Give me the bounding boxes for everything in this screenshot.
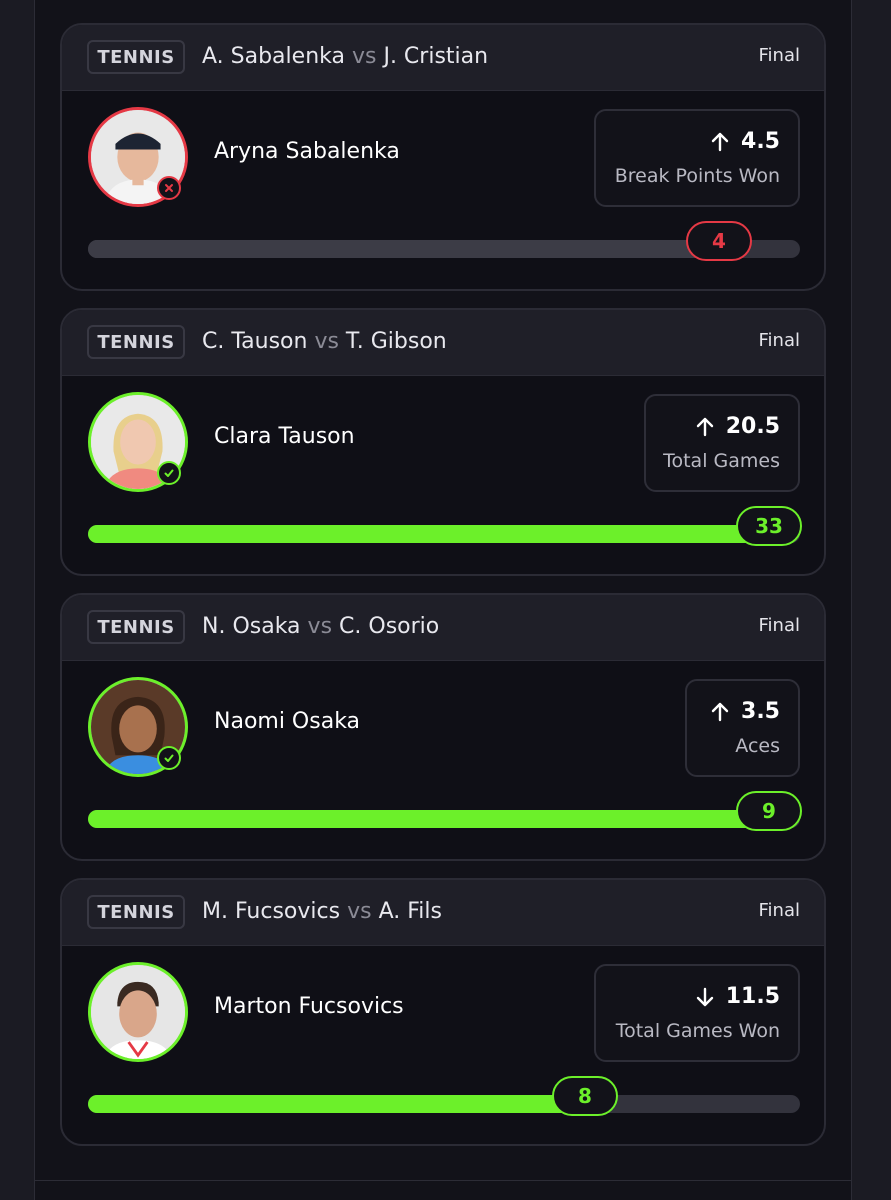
- game-status: Final: [758, 330, 800, 351]
- matchup-player-b: J. Cristian: [383, 44, 489, 69]
- matchup-player-b: T. Gibson: [345, 329, 447, 354]
- matchup-vs: vs: [307, 614, 333, 639]
- card-header: TENNIS A. Sabalenka vs J. Cristian Final: [62, 25, 824, 91]
- arrow-up-icon: [711, 132, 729, 151]
- matchup-player-a: M. Fucsovics: [202, 899, 341, 924]
- prop-stat-label: Aces: [735, 735, 780, 757]
- progress-fill: [88, 810, 772, 828]
- matchup-vs: vs: [314, 329, 339, 354]
- sport-badge: TENNIS: [87, 610, 185, 644]
- player-avatar-wrap: [88, 677, 188, 777]
- actual-result-pill: 8: [552, 1076, 618, 1116]
- prop-stat-label: Total Games: [663, 450, 780, 472]
- divider: [34, 1180, 852, 1181]
- progress-track: [88, 525, 800, 543]
- pick-card[interactable]: TENNIS A. Sabalenka vs J. Cristian Final…: [60, 23, 826, 291]
- prop-line-box[interactable]: 20.5 Total Games: [644, 394, 800, 492]
- progress-fill: [88, 240, 722, 258]
- check-icon: [157, 461, 181, 485]
- pick-card[interactable]: TENNIS N. Osaka vs C. Osorio Final Naomi…: [60, 593, 826, 861]
- card-header: TENNIS M. Fucsovics vs A. Fils Final: [62, 880, 824, 946]
- line-number: 20.5: [725, 414, 780, 439]
- game-status: Final: [758, 45, 800, 66]
- player-name: Aryna Sabalenka: [214, 139, 400, 164]
- player-name: Marton Fucsovics: [214, 994, 404, 1019]
- player-avatar-wrap: [88, 107, 188, 207]
- actual-result-pill: 9: [736, 791, 802, 831]
- sport-badge: TENNIS: [87, 40, 185, 74]
- card-header: TENNIS C. Tauson vs T. Gibson Final: [62, 310, 824, 376]
- card-header: TENNIS N. Osaka vs C. Osorio Final: [62, 595, 824, 661]
- check-icon: [157, 746, 181, 770]
- matchup-vs: vs: [347, 899, 372, 924]
- arrow-down-icon: [696, 987, 713, 1006]
- progress-track: [88, 810, 800, 828]
- actual-result-pill: 4: [686, 221, 752, 261]
- progress-track: [88, 1095, 800, 1113]
- player-name: Clara Tauson: [214, 424, 355, 449]
- matchup: N. Osaka vs C. Osorio: [202, 612, 439, 642]
- line-number: 11.5: [725, 984, 780, 1009]
- avatar: [88, 962, 188, 1062]
- line-number: 4.5: [741, 129, 780, 154]
- prop-stat-label: Total Games Won: [615, 1020, 780, 1042]
- loss-icon: [157, 176, 181, 200]
- player-name: Naomi Osaka: [214, 709, 361, 734]
- sport-badge: TENNIS: [87, 895, 185, 929]
- matchup-player-a: N. Osaka: [202, 614, 301, 639]
- progress-fill: [88, 1095, 587, 1113]
- actual-result-pill: 33: [736, 506, 802, 546]
- prop-line-value: 3.5: [709, 699, 780, 724]
- progress-fill: [88, 525, 772, 543]
- matchup-player-b: C. Osorio: [339, 614, 440, 639]
- game-status: Final: [758, 615, 800, 636]
- matchup: M. Fucsovics vs A. Fils: [202, 897, 442, 927]
- prop-line-box[interactable]: 4.5 Break Points Won: [594, 109, 800, 207]
- sport-badge: TENNIS: [87, 325, 185, 359]
- pick-card[interactable]: TENNIS C. Tauson vs T. Gibson Final Clar…: [60, 308, 826, 576]
- prop-line-box[interactable]: 3.5 Aces: [685, 679, 800, 777]
- matchup-vs: vs: [351, 44, 377, 69]
- pick-card[interactable]: TENNIS M. Fucsovics vs A. Fils Final Mar…: [60, 878, 826, 1146]
- player-avatar-wrap: [88, 962, 188, 1062]
- matchup: A. Sabalenka vs J. Cristian: [202, 42, 488, 72]
- matchup-player-a: C. Tauson: [202, 329, 308, 354]
- arrow-up-icon: [711, 702, 729, 721]
- prop-line-value: 11.5: [694, 984, 780, 1009]
- matchup: C. Tauson vs T. Gibson: [202, 327, 447, 357]
- line-number: 3.5: [741, 699, 780, 724]
- arrow-up-icon: [696, 417, 713, 436]
- prop-stat-label: Break Points Won: [614, 165, 780, 187]
- prop-line-value: 4.5: [709, 129, 780, 154]
- prop-line-box[interactable]: 11.5 Total Games Won: [594, 964, 800, 1062]
- player-avatar-wrap: [88, 392, 188, 492]
- prop-line-value: 20.5: [694, 414, 780, 439]
- game-status: Final: [758, 900, 800, 921]
- matchup-player-b: A. Fils: [378, 899, 442, 924]
- matchup-player-a: A. Sabalenka: [202, 44, 345, 69]
